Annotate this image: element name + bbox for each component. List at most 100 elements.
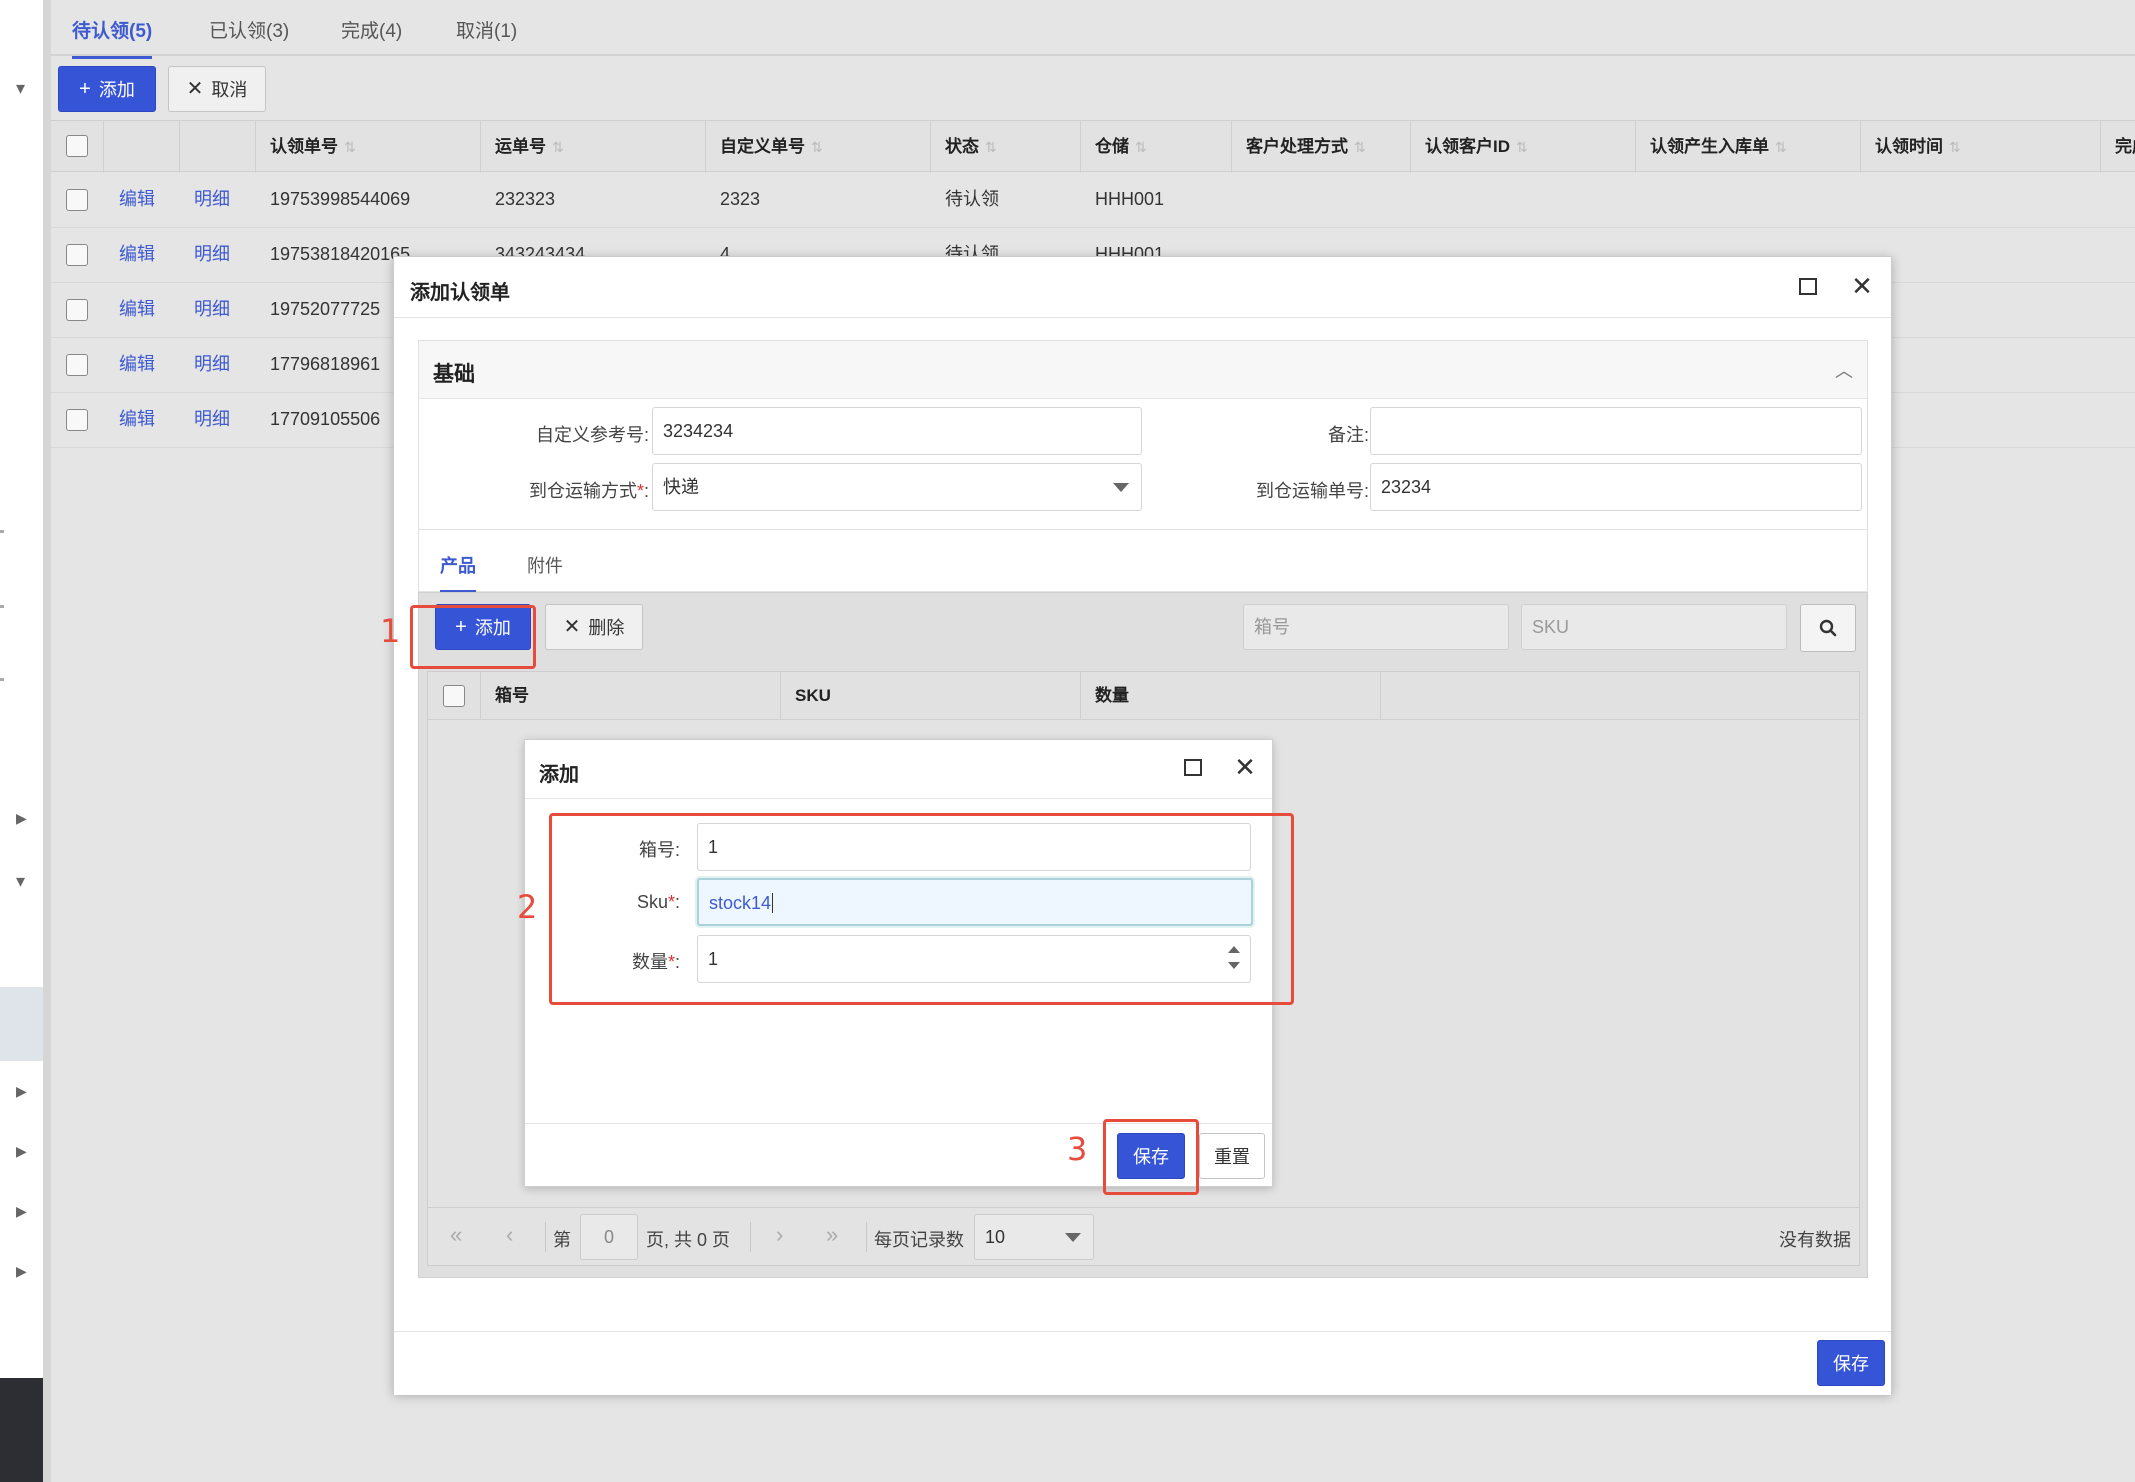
transport-method-value: 快递 [663, 477, 699, 497]
sort-icon[interactable]: ⇅ [811, 139, 823, 155]
sort-icon[interactable]: ⇅ [1516, 139, 1528, 155]
detail-link[interactable]: 明细 [194, 172, 230, 227]
transport-no-label: 到仓运输单号: [1255, 481, 1369, 501]
transport-no-input[interactable]: 23234 [1370, 463, 1862, 511]
prev-page-icon[interactable]: ‹ [506, 1222, 513, 1248]
chevron-right-icon[interactable]: ▶ [16, 808, 27, 828]
page-number-input[interactable]: 0 [580, 1214, 638, 1260]
chevron-up-icon[interactable]: ︿ [1835, 357, 1853, 383]
tab-attachments[interactable]: 附件 [527, 552, 563, 590]
select-all-checkbox[interactable] [66, 135, 88, 157]
column-header-custom-no[interactable]: 自定义单号 ⇅ [705, 121, 930, 173]
first-page-icon[interactable]: « [450, 1222, 462, 1248]
sort-icon[interactable]: ⇅ [344, 139, 356, 155]
row-checkbox[interactable] [66, 299, 88, 321]
box-search-input[interactable]: 箱号 [1243, 604, 1509, 650]
edit-link[interactable]: 编辑 [119, 172, 155, 227]
custom-no: 2323 [720, 189, 761, 209]
dropdown-caret-icon[interactable] [1113, 483, 1129, 492]
per-page-select[interactable]: 10 [974, 1214, 1094, 1260]
waybill-no: 232323 [495, 189, 556, 209]
tab-claimed[interactable]: 已认领(3) [209, 16, 289, 56]
edit-link[interactable]: 编辑 [119, 227, 155, 282]
table-row[interactable]: 编辑 明细 19753998544069 232323 2323 待认领 HHH… [51, 172, 2135, 228]
remark-input[interactable] [1370, 407, 1862, 455]
claims-table-header: 认领单号 ⇅ 运单号 ⇅ 自定义单号 ⇅ 状态 ⇅ 仓储 ⇅ 客户处理方式 ⇅ 认领客户ID… [51, 120, 2135, 173]
column-header-box[interactable]: 箱号 [480, 672, 780, 720]
close-icon[interactable]: ✕ [1234, 754, 1256, 780]
chevron-right-icon[interactable]: ▶ [16, 1201, 27, 1221]
detail-link[interactable]: 明细 [194, 392, 230, 447]
row-checkbox[interactable] [66, 244, 88, 266]
edit-link[interactable]: 编辑 [119, 337, 155, 392]
tab-pending[interactable]: 待认领(5) [72, 16, 153, 59]
column-header-status[interactable]: 状态 ⇅ [930, 121, 1080, 173]
dialog-header[interactable]: 添加 ✕ [525, 740, 1272, 799]
maximize-icon[interactable] [1799, 278, 1817, 295]
column-header-qty[interactable]: 数量 [1080, 672, 1380, 720]
modal-save-button[interactable]: 保存 [1817, 1340, 1885, 1386]
plus-icon: + [79, 78, 91, 100]
transport-method-select[interactable]: 快递 [652, 463, 1142, 511]
sort-icon[interactable]: ⇅ [552, 139, 564, 155]
chevron-down-icon[interactable]: ▾ [16, 871, 25, 891]
detail-link[interactable]: 明细 [194, 337, 230, 392]
edit-link[interactable]: 编辑 [119, 282, 155, 337]
chevron-right-icon[interactable]: ▶ [16, 1261, 27, 1281]
claim-no: 19752077725 [270, 299, 381, 319]
column-header-claim-time[interactable]: 认领时间 ⇅ [1860, 121, 2100, 173]
sort-icon[interactable]: ⇅ [985, 139, 997, 155]
row-checkbox[interactable] [66, 354, 88, 376]
edit-link[interactable]: 编辑 [119, 392, 155, 447]
sort-icon[interactable]: ⇅ [1949, 139, 1961, 155]
chevron-down-icon[interactable]: ▾ [16, 78, 25, 98]
custom-ref-input[interactable]: 3234234 [652, 407, 1142, 455]
next-page-icon[interactable]: › [776, 1222, 783, 1248]
chevron-right-icon[interactable]: ▶ [16, 1081, 27, 1101]
sort-icon[interactable]: ⇅ [1775, 139, 1787, 155]
sort-icon[interactable]: ⇅ [1354, 139, 1366, 155]
column-header-warehouse[interactable]: 仓储 ⇅ [1080, 121, 1231, 173]
detail-link[interactable]: 明细 [194, 282, 230, 337]
sku-search-input[interactable]: SKU [1521, 604, 1787, 650]
select-all-products-checkbox[interactable] [443, 685, 465, 707]
reset-button[interactable]: 重置 [1199, 1133, 1265, 1179]
status-tabs: 待认领(5) 已认领(3) 完成(4) 取消(1) [51, 0, 2135, 59]
row-checkbox[interactable] [66, 189, 88, 211]
pager-separator [545, 1222, 546, 1252]
maximize-icon[interactable] [1184, 759, 1202, 776]
delete-product-button[interactable]: ✕ 删除 [545, 604, 643, 650]
row-checkbox[interactable] [66, 409, 88, 431]
column-header-handling[interactable]: 客户处理方式 ⇅ [1231, 121, 1410, 173]
close-icon[interactable]: ✕ [1851, 273, 1873, 299]
sidebar-active-item[interactable] [0, 987, 43, 1061]
last-page-icon[interactable]: » [826, 1222, 838, 1248]
detail-link[interactable]: 明细 [194, 227, 230, 282]
column-header-claim-no[interactable]: 认领单号 ⇅ [255, 121, 480, 173]
add-button[interactable]: + 添加 [58, 66, 156, 112]
column-header-inbound[interactable]: 认领产生入库单 ⇅ [1635, 121, 1860, 173]
column-header-customer-id[interactable]: 认领客户ID ⇅ [1410, 121, 1635, 173]
claim-no: 17796818961 [270, 354, 381, 374]
transport-method-label: 到仓运输方式*: [528, 481, 649, 501]
cancel-button-label: 取消 [211, 80, 248, 100]
dropdown-caret-icon[interactable] [1065, 1233, 1081, 1242]
modal-header[interactable]: 添加认领单 ✕ [394, 257, 1891, 318]
chevron-right-icon[interactable]: ▶ [16, 1141, 27, 1161]
section-title: 基础 [433, 363, 475, 386]
tab-cancelled[interactable]: 取消(1) [456, 16, 517, 56]
product-toolbar: + 添加 ✕ 删除 箱号 SKU [419, 593, 1867, 661]
sort-icon[interactable]: ⇅ [1135, 139, 1147, 155]
sidebar: ▾ ▶ ▾ ▶ ▶ ▶ ▶ [0, 0, 43, 1482]
sidebar-divider[interactable] [43, 0, 51, 1482]
column-header-sku[interactable]: SKU [780, 672, 1080, 720]
basic-section-header[interactable]: 基础 ︿ [419, 341, 1867, 399]
tab-complete[interactable]: 完成(4) [341, 16, 402, 56]
sidebar-marker [0, 605, 4, 608]
search-button[interactable] [1800, 604, 1856, 652]
cancel-button[interactable]: ✕ 取消 [168, 66, 266, 112]
tab-products[interactable]: 产品 [440, 552, 476, 593]
product-grid-header: 箱号 SKU 数量 [428, 672, 1859, 720]
column-header-waybill[interactable]: 运单号 ⇅ [480, 121, 705, 173]
column-header-complete[interactable]: 完成 [2100, 121, 2135, 173]
